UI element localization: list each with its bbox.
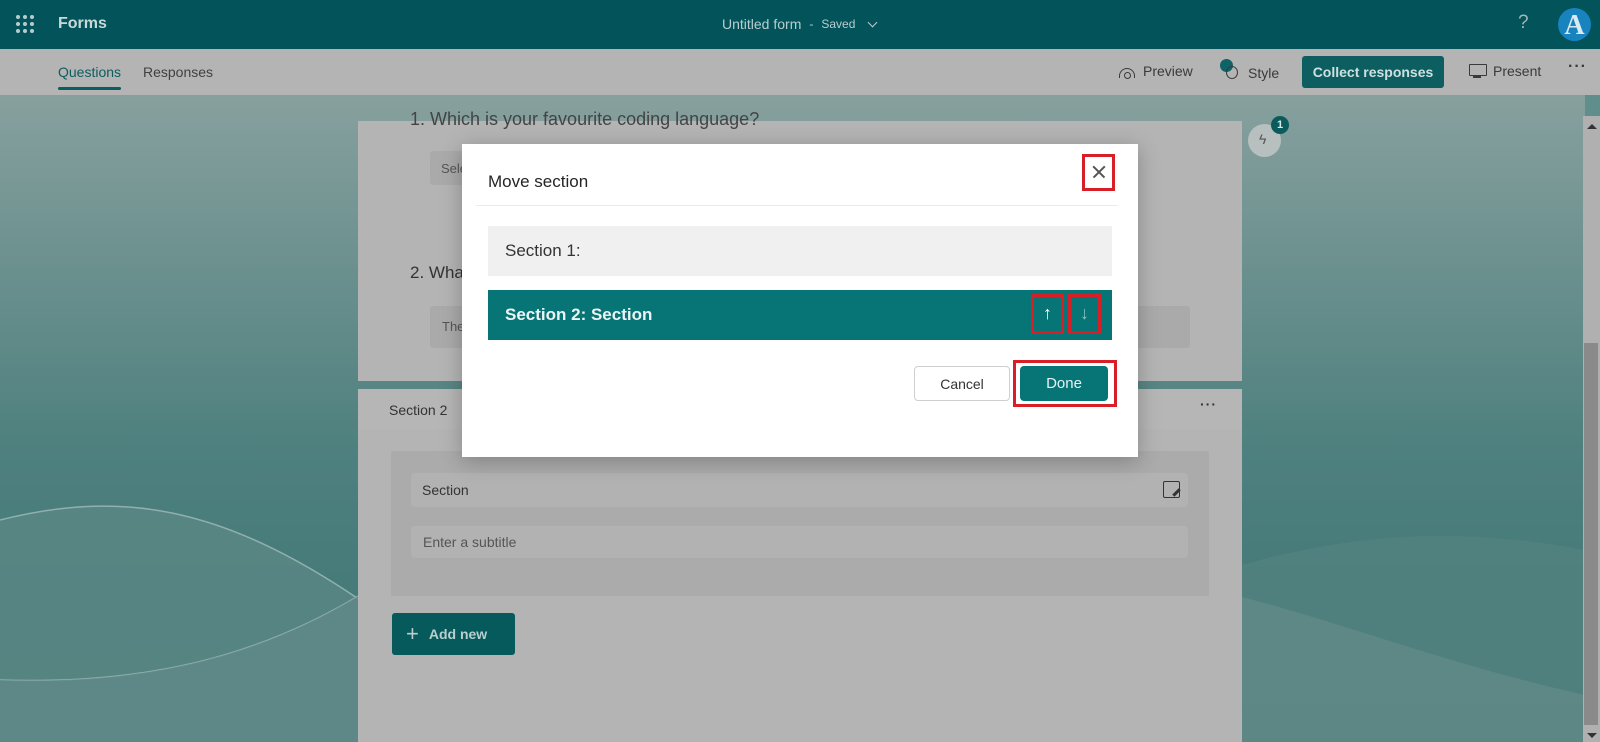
style-button[interactable]: Style — [1220, 59, 1280, 83]
section-title-input[interactable]: Section — [411, 473, 1188, 507]
palette-icon — [1220, 59, 1240, 83]
page-scrollbar[interactable] — [1583, 116, 1600, 742]
scroll-down-arrow-icon[interactable] — [1587, 733, 1597, 738]
scrollbar-thumb[interactable] — [1584, 343, 1598, 725]
move-up-arrow-icon[interactable]: ↑ — [1031, 294, 1064, 334]
section-item-label: Section 2: Section — [505, 305, 653, 324]
section-more-button[interactable]: ··· — [1200, 396, 1217, 412]
help-button[interactable]: ? — [1518, 12, 1529, 34]
cancel-button[interactable]: Cancel — [914, 366, 1010, 401]
tab-questions[interactable]: Questions — [58, 64, 122, 90]
dialog-title: Move section — [488, 172, 589, 191]
question-1-title: 1. Which is your favourite coding langua… — [410, 109, 760, 129]
ideas-count-badge: 1 — [1271, 116, 1289, 134]
eye-icon — [1119, 67, 1135, 79]
present-button[interactable]: Present — [1469, 63, 1541, 79]
avatar[interactable]: A — [1558, 8, 1591, 41]
add-new-label: Add new — [428, 626, 488, 642]
more-options-button[interactable]: ··· — [1568, 58, 1587, 76]
section-subtitle-input[interactable]: Enter a subtitle — [411, 526, 1188, 558]
preview-button[interactable]: Preview — [1119, 63, 1193, 79]
form-title: Untitled form — [722, 16, 802, 32]
move-down-arrow-icon[interactable]: ↓ — [1068, 294, 1101, 334]
preview-label: Preview — [1143, 63, 1193, 79]
app-header: Forms Untitled form - Saved ? A — [0, 0, 1600, 49]
save-status: Saved — [821, 17, 856, 31]
section-list-item-selected[interactable]: Section 2: Section ↑ ↓ — [488, 290, 1112, 340]
present-label: Present — [1493, 63, 1542, 79]
form-title-menu[interactable]: Untitled form - Saved — [722, 16, 878, 32]
style-label: Style — [1248, 65, 1280, 81]
collect-responses-button[interactable]: Collect responses — [1302, 56, 1444, 88]
add-new-button[interactable]: + Add new — [392, 613, 515, 655]
insert-image-icon[interactable] — [1163, 481, 1180, 498]
plus-icon: + — [406, 621, 419, 646]
section-2-label: Section 2 — [389, 402, 448, 418]
lightning-icon: ϟ — [1259, 131, 1267, 147]
scroll-up-arrow-icon[interactable] — [1587, 124, 1597, 129]
section-item-label: Section 1: — [505, 241, 581, 260]
section-list-item[interactable]: Section 1: — [488, 226, 1112, 276]
chevron-down-icon — [867, 17, 878, 27]
question-2-title: 2. Wha — [410, 263, 464, 282]
tab-responses[interactable]: Responses — [143, 64, 213, 80]
app-name[interactable]: Forms — [58, 15, 107, 33]
title-separator: - — [809, 17, 814, 31]
monitor-icon — [1469, 64, 1487, 78]
command-bar: Questions Responses Preview Style Collec… — [0, 49, 1600, 95]
dialog-divider — [476, 205, 1118, 206]
move-section-dialog: Move section Section 1: Section 2: Secti… — [462, 144, 1138, 457]
done-button[interactable]: Done — [1020, 366, 1108, 401]
close-icon[interactable] — [1082, 154, 1115, 191]
app-launcher-icon[interactable] — [16, 15, 34, 33]
